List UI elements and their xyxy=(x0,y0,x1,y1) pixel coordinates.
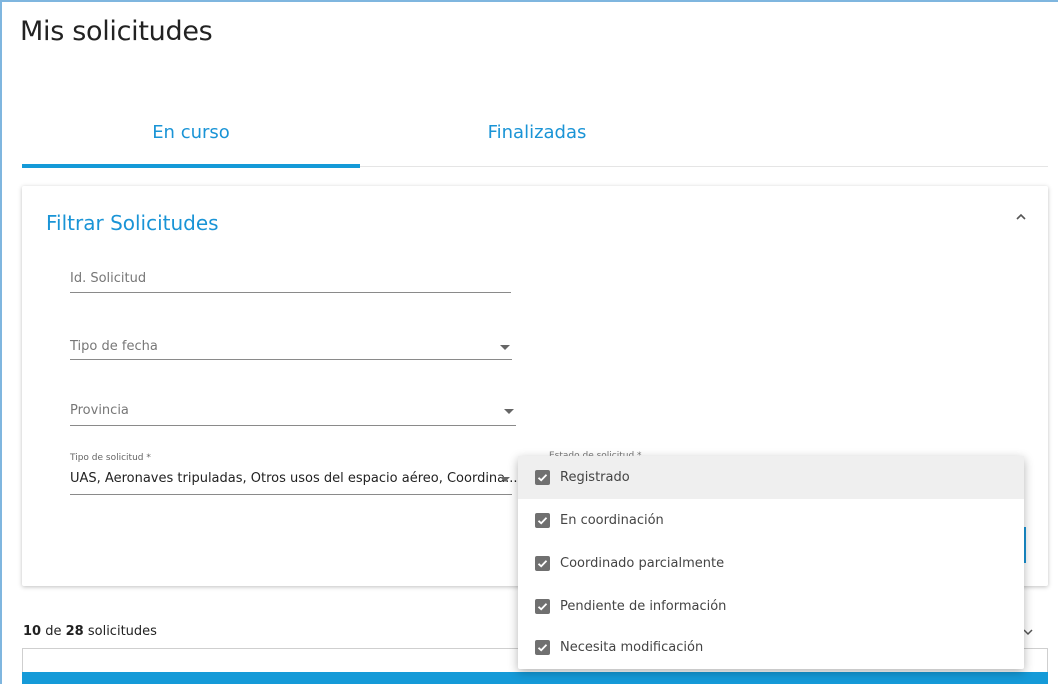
filter-title: Filtrar Solicitudes xyxy=(46,211,219,235)
id-solicitud-input[interactable]: Id. Solicitud xyxy=(48,264,511,293)
tipo-fecha-select[interactable]: Tipo de fecha xyxy=(48,330,512,360)
option-pendiente-informacion[interactable]: Pendiente de información xyxy=(518,585,1024,628)
option-registrado[interactable]: Registrado xyxy=(518,456,1024,499)
results-total: 28 xyxy=(65,624,84,639)
results-count: 10 de 28 solicitudes xyxy=(23,624,157,639)
input-underline xyxy=(70,359,512,360)
tab-en-curso[interactable]: En curso xyxy=(22,100,360,164)
checkbox-checked[interactable] xyxy=(535,599,550,614)
option-coordinado-parcialmente[interactable]: Coordinado parcialmente xyxy=(518,542,1024,585)
tab-en-curso-label: En curso xyxy=(152,121,230,143)
page-title: Mis solicitudes xyxy=(20,16,213,47)
option-label: Pendiente de información xyxy=(560,599,727,614)
tipo-solicitud-select[interactable]: Tipo de solicitud * UAS, Aeronaves tripu… xyxy=(48,452,518,495)
results-suffix: solicitudes xyxy=(87,624,157,639)
caret-down-icon xyxy=(504,409,514,414)
option-label: Registrado xyxy=(560,470,630,485)
active-tab-indicator xyxy=(22,164,360,168)
tab-finalizadas-label: Finalizadas xyxy=(487,121,587,143)
results-shown: 10 xyxy=(23,624,42,639)
provincia-placeholder: Provincia xyxy=(70,403,129,418)
checkbox-checked[interactable] xyxy=(535,470,550,485)
checkbox-checked[interactable] xyxy=(535,556,550,571)
results-connector: de xyxy=(45,624,62,639)
caret-down-icon xyxy=(500,477,510,482)
check-icon xyxy=(537,474,548,482)
caret-down-icon xyxy=(500,345,510,350)
results-table-header xyxy=(22,672,1048,684)
option-label: Coordinado parcialmente xyxy=(560,556,725,571)
checkbox-checked[interactable] xyxy=(535,640,550,655)
tipo-solicitud-label: Tipo de solicitud * xyxy=(70,453,151,463)
tipo-solicitud-value: UAS, Aeronaves tripuladas, Otros usos de… xyxy=(70,471,518,486)
check-icon xyxy=(537,603,548,611)
input-underline xyxy=(70,292,511,293)
tab-finalizadas[interactable]: Finalizadas xyxy=(360,100,714,164)
option-label: Necesita modificación xyxy=(560,640,704,655)
input-underline xyxy=(70,494,512,495)
option-necesita-modificacion[interactable]: Necesita modificación xyxy=(518,626,1024,669)
option-en-coordinacion[interactable]: En coordinación xyxy=(518,499,1024,542)
provincia-select[interactable]: Provincia xyxy=(48,393,516,426)
checkbox-checked[interactable] xyxy=(535,513,550,528)
input-underline xyxy=(70,425,516,426)
check-icon xyxy=(537,644,548,652)
check-icon xyxy=(537,517,548,525)
option-label: En coordinación xyxy=(560,513,664,528)
id-solicitud-placeholder: Id. Solicitud xyxy=(70,271,147,286)
check-icon xyxy=(537,560,548,568)
tipo-fecha-placeholder: Tipo de fecha xyxy=(70,339,158,354)
chevron-up-icon[interactable] xyxy=(1012,208,1030,226)
estado-dropdown-panel: Registrado En coordinación Coordinado pa… xyxy=(518,456,1024,669)
tab-bar: En curso Finalizadas xyxy=(22,100,1048,168)
